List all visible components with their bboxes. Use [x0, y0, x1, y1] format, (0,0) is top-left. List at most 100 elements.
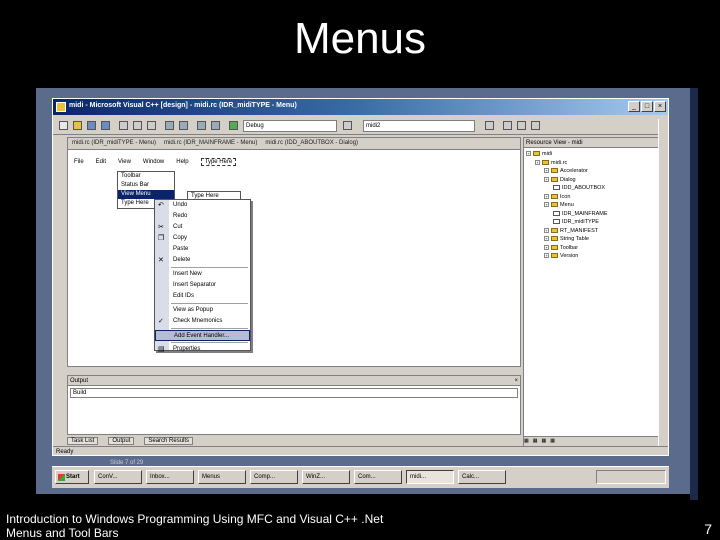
- menu-type-here[interactable]: Type Here: [200, 158, 237, 166]
- paste-toolbar-icon[interactable]: [147, 121, 156, 130]
- tree-item[interactable]: IDR_midiTYPE: [526, 218, 664, 227]
- tree-item-label: Toolbar: [560, 244, 579, 251]
- tree-item[interactable]: + Accelerator: [526, 167, 664, 176]
- taskbar-button[interactable]: midi...: [406, 470, 454, 484]
- navigate-forward-icon[interactable]: [211, 121, 220, 130]
- context-menu-item[interactable]: ❐ Copy: [155, 233, 250, 244]
- start-debug-icon[interactable]: [229, 121, 238, 130]
- open-icon[interactable]: [73, 121, 82, 130]
- context-menu-item[interactable]: ↶ Undo: [155, 200, 250, 211]
- undo-toolbar-icon[interactable]: [165, 121, 174, 130]
- tree-item[interactable]: + Icon: [526, 193, 664, 202]
- save-icon[interactable]: [87, 121, 96, 130]
- expand-icon[interactable]: +: [544, 236, 549, 242]
- context-menu-item[interactable]: ✂ Cut: [155, 222, 250, 233]
- view-menu-item-view-menu[interactable]: View Menu: [118, 190, 174, 199]
- tree-item[interactable]: + Menu: [526, 201, 664, 210]
- view-menu-item-toolbar[interactable]: Toolbar: [118, 172, 174, 181]
- doc-tab-midi-type[interactable]: midi.rc (IDR_midiTYPE - Menu): [68, 138, 160, 148]
- resource-view-tab-icon[interactable]: ▦: [541, 438, 546, 444]
- expand-icon[interactable]: +: [544, 202, 549, 208]
- expand-icon[interactable]: +: [544, 168, 549, 174]
- minimize-button[interactable]: _: [628, 101, 640, 112]
- taskbar-button[interactable]: ConV...: [94, 470, 142, 484]
- footer-line-1: Introduction to Windows Programming Usin…: [6, 512, 384, 526]
- start-button[interactable]: Start: [55, 470, 89, 484]
- context-menu-item[interactable]: ▤ Properties: [155, 344, 250, 355]
- menu-file[interactable]: File: [74, 159, 84, 165]
- expand-icon[interactable]: +: [544, 227, 549, 233]
- menu-window[interactable]: Window: [143, 159, 164, 165]
- resource-tree: + midi + midi.rc + Accelerator + Dialog IDD_ABOU…: [524, 148, 664, 261]
- window-titlebar[interactable]: midi - Microsoft Visual C++ [design] - m…: [53, 99, 668, 115]
- context-menu-item[interactable]: View as Popup: [155, 305, 250, 316]
- context-menu-item[interactable]: Insert New: [155, 269, 250, 280]
- tree-item[interactable]: IDD_ABOUTBOX: [526, 184, 664, 193]
- maximize-button[interactable]: □: [641, 101, 653, 112]
- combo-arrow-icon[interactable]: [343, 121, 352, 130]
- tab-output[interactable]: Output: [108, 437, 135, 445]
- tree-item[interactable]: + midi: [526, 150, 664, 159]
- tree-item[interactable]: + Dialog: [526, 176, 664, 185]
- expand-icon[interactable]: +: [535, 159, 540, 165]
- context-menu-item[interactable]: Add Event Handler...: [155, 330, 250, 341]
- context-menu-item[interactable]: ✕ Delete: [155, 255, 250, 266]
- tree-item[interactable]: IDR_MAINFRAME: [526, 210, 664, 219]
- tree-item-label: IDR_MAINFRAME: [562, 210, 608, 217]
- menu-view[interactable]: View: [118, 159, 131, 165]
- save-all-icon[interactable]: [101, 121, 110, 130]
- view-menu-item-status-bar[interactable]: Status Bar: [118, 181, 174, 190]
- expand-icon[interactable]: +: [526, 151, 531, 157]
- redo-toolbar-icon[interactable]: [179, 121, 188, 130]
- taskbar-button[interactable]: Calc...: [458, 470, 506, 484]
- tree-item[interactable]: + RT_MANIFEST: [526, 227, 664, 236]
- resource-icon: [553, 210, 560, 216]
- tree-item[interactable]: + Toolbar: [526, 244, 664, 253]
- close-button[interactable]: ×: [654, 101, 666, 112]
- expand-icon[interactable]: +: [544, 193, 549, 199]
- context-menu-item[interactable]: ✓ Check Mnemonics: [155, 316, 250, 327]
- context-menu-item-label: Undo: [173, 202, 188, 208]
- copy-toolbar-icon[interactable]: [133, 121, 142, 130]
- expand-icon[interactable]: +: [544, 253, 549, 259]
- taskbar-button[interactable]: Com...: [354, 470, 402, 484]
- menu-edit[interactable]: Edit: [96, 159, 106, 165]
- tab-search-results[interactable]: Search Results: [144, 437, 194, 445]
- taskbar-button[interactable]: Inbox...: [146, 470, 194, 484]
- doc-tab-aboutbox[interactable]: midi.rc (IDD_ABOUTBOX - Dialog): [261, 138, 362, 148]
- dynamic-help-tab-icon[interactable]: ▦: [550, 438, 555, 444]
- doc-tab-mainframe[interactable]: midi.rc (IDR_MAINFRAME - Menu): [160, 138, 261, 148]
- taskbar-button[interactable]: Menus: [198, 470, 246, 484]
- resource-view-header: Resource View - midi ×: [524, 138, 664, 148]
- slide-footer: Introduction to Windows Programming Usin…: [6, 512, 383, 540]
- taskbar-button[interactable]: Comp...: [250, 470, 298, 484]
- output-close-icon[interactable]: ×: [514, 376, 518, 386]
- solution-config-combo[interactable]: Debug: [243, 120, 337, 132]
- context-menu-item[interactable]: Paste: [155, 244, 250, 255]
- toolbox-icon[interactable]: [531, 121, 540, 130]
- folder-icon: [551, 176, 558, 182]
- expand-icon[interactable]: +: [544, 244, 549, 250]
- find-icon[interactable]: [485, 121, 494, 130]
- taskbar-button[interactable]: WinZ...: [302, 470, 350, 484]
- cut-toolbar-icon[interactable]: [119, 121, 128, 130]
- context-menu-item[interactable]: Insert Separator: [155, 280, 250, 291]
- find-combo[interactable]: midi2: [363, 120, 475, 132]
- navigate-back-icon[interactable]: [197, 121, 206, 130]
- new-project-icon[interactable]: [59, 121, 68, 130]
- context-menu-item-label: Insert New: [173, 271, 202, 277]
- right-scrollbar[interactable]: [658, 119, 668, 449]
- class-view-tab-icon[interactable]: ▦: [533, 438, 538, 444]
- context-menu-item[interactable]: Redo: [155, 211, 250, 222]
- tree-item[interactable]: + midi.rc: [526, 159, 664, 168]
- output-source-combo[interactable]: Build: [70, 388, 518, 398]
- expand-icon[interactable]: +: [544, 176, 549, 182]
- properties-toolbar-icon[interactable]: [517, 121, 526, 130]
- solution-explorer-tab-icon[interactable]: ▦: [524, 438, 529, 444]
- menu-help[interactable]: Help: [176, 159, 188, 165]
- tab-task-list[interactable]: Task List: [67, 437, 99, 445]
- context-menu-item[interactable]: Edit IDs: [155, 291, 250, 302]
- tree-item[interactable]: + Version: [526, 252, 664, 261]
- tree-item[interactable]: + String Table: [526, 235, 664, 244]
- solution-explorer-icon[interactable]: [503, 121, 512, 130]
